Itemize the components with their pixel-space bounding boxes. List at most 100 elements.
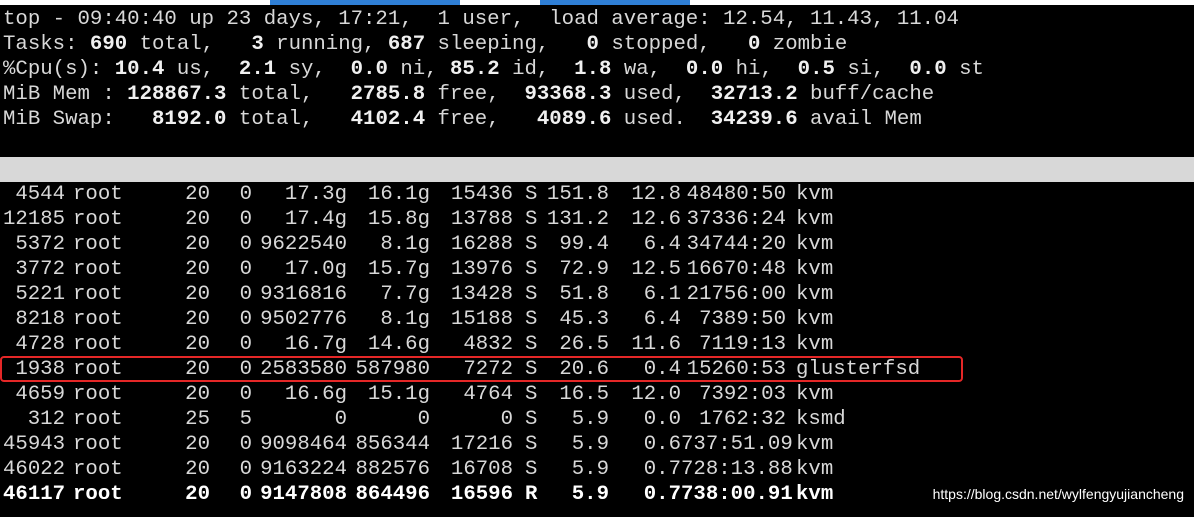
process-res: 8.1g — [380, 233, 430, 256]
process-cpu: 5.9 — [571, 458, 609, 481]
process-pid: 5372 — [15, 233, 65, 256]
process-pr: 20 — [185, 258, 210, 281]
process-pid: 4659 — [15, 383, 65, 406]
process-mem: 12.0 — [631, 383, 681, 406]
process-mem: 0.0 — [643, 408, 681, 431]
process-shr: 15436 — [450, 183, 513, 206]
terminal-output: top - 09:40:40 up 23 days, 17:21, 1 user… — [0, 7, 1194, 507]
process-ni: 5 — [239, 408, 252, 431]
mem-line: MiB Mem : 128867.3 total, 2785.8 free, 9… — [3, 83, 935, 106]
process-s: S — [525, 408, 538, 431]
process-shr: 16288 — [450, 233, 513, 256]
process-mem: 6.4 — [643, 233, 681, 256]
process-pid: 45943 — [3, 433, 66, 456]
process-s: S — [525, 233, 538, 256]
process-mem: 0.4 — [643, 358, 681, 381]
process-virt: 16.6g — [284, 383, 347, 406]
process-s: S — [525, 358, 538, 381]
process-row: 5372 root 20 0 9622540 8.1g 16288 S 99.4 6.4 34744… — [3, 232, 1194, 257]
process-res: 8.1g — [380, 308, 430, 331]
process-res: 16.1g — [367, 183, 430, 206]
top-bar-segment — [540, 0, 690, 5]
process-virt: 9147808 — [260, 483, 347, 506]
process-ni: 0 — [239, 433, 252, 456]
process-mem: 11.6 — [631, 333, 681, 356]
process-ni: 0 — [239, 308, 252, 331]
process-ni: 0 — [239, 283, 252, 306]
process-ni: 0 — [239, 358, 252, 381]
process-ni: 0 — [239, 183, 252, 206]
process-mem: 6.4 — [643, 308, 681, 331]
process-time: 737:51.09 — [681, 433, 793, 456]
column-header-command: COMMAND — [845, 183, 933, 206]
process-user: root — [73, 183, 123, 206]
process-mem: 6.1 — [643, 283, 681, 306]
process-s: R — [525, 483, 538, 506]
process-table-header: PID USER PR NI VIRT RES SHR S %CPU %MEM TIME+ COMMA… — [0, 157, 1194, 206]
process-res: 864496 — [355, 483, 431, 506]
process-command: kvm — [796, 283, 834, 306]
process-command: kvm — [796, 433, 834, 456]
process-command: kvm — [796, 483, 834, 506]
process-res: 15.8g — [367, 208, 430, 231]
process-time: 738:00.91 — [681, 483, 793, 506]
process-shr: 17216 — [450, 433, 513, 456]
process-s: S — [525, 333, 538, 356]
process-pr: 20 — [185, 233, 210, 256]
top-bar-segment — [270, 0, 460, 5]
process-cpu: 45.3 — [559, 308, 609, 331]
process-pid: 4544 — [15, 183, 65, 206]
process-cpu: 5.9 — [571, 408, 609, 431]
process-pid: 46022 — [3, 458, 66, 481]
process-row: 4728 root 20 0 16.7g 14.6g 4832 S 26.5 11.6 7119:1… — [3, 332, 1194, 357]
process-row: 45943 root 20 0 9098464 856344 17216 S 5.9 0.6737… — [3, 432, 1194, 457]
process-user: root — [73, 408, 123, 431]
process-pid: 5221 — [15, 283, 65, 306]
process-command: kvm — [796, 308, 834, 331]
process-pr: 20 — [185, 333, 210, 356]
process-row: 46022 root 20 0 9163224 882576 16708 S 5.9 0.7728… — [3, 457, 1194, 482]
process-ni: 0 — [239, 208, 252, 231]
process-shr: 15188 — [450, 308, 513, 331]
process-cpu: 131.2 — [546, 208, 609, 231]
process-command: kvm — [796, 183, 834, 206]
tasks-line: Tasks: 690 total, 3 running, 687 sleepin… — [3, 33, 848, 56]
process-s: S — [525, 308, 538, 331]
process-cpu: 5.9 — [571, 433, 609, 456]
process-user: root — [73, 283, 123, 306]
process-cpu: 20.6 — [559, 358, 609, 381]
process-command: ksmd — [796, 408, 846, 431]
process-pid: 312 — [27, 408, 65, 431]
process-s: S — [525, 458, 538, 481]
process-time: 7392:03 — [699, 383, 786, 406]
process-row: 8218 root 20 0 9502776 8.1g 15188 S 45.3 6.4 7389:… — [3, 307, 1194, 332]
process-s: S — [525, 433, 538, 456]
process-shr: 13976 — [450, 258, 513, 281]
process-cpu: 26.5 — [559, 333, 609, 356]
process-cpu: 72.9 — [559, 258, 609, 281]
process-shr: 13428 — [450, 283, 513, 306]
process-time: 48480:50 — [686, 183, 786, 206]
process-virt: 9622540 — [260, 233, 347, 256]
process-res: 856344 — [355, 433, 431, 456]
process-res: 14.6g — [367, 333, 430, 356]
process-ni: 0 — [239, 383, 252, 406]
process-mem: 12.5 — [631, 258, 681, 281]
process-user: root — [73, 383, 123, 406]
process-shr: 16708 — [450, 458, 513, 481]
process-ni: 0 — [239, 483, 252, 506]
process-s: S — [525, 258, 538, 281]
process-pr: 20 — [185, 483, 210, 506]
process-virt: 9502776 — [260, 308, 347, 331]
process-time: 16670:48 — [686, 258, 786, 281]
process-virt: 9163224 — [260, 458, 347, 481]
process-mem: 0.6 — [643, 433, 681, 456]
process-time: 34744:20 — [686, 233, 786, 256]
process-pr: 20 — [185, 208, 210, 231]
process-user: root — [73, 333, 123, 356]
process-user: root — [73, 208, 123, 231]
process-shr: 16596 — [450, 483, 513, 506]
process-shr: 4764 — [463, 383, 513, 406]
process-user: root — [73, 458, 123, 481]
